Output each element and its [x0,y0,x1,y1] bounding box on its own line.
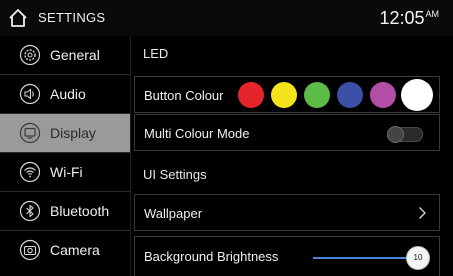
gear-icon [19,44,41,66]
colour-swatch-purple[interactable] [370,82,396,108]
bluetooth-icon [19,200,41,222]
multi-colour-row: Multi Colour Mode [134,114,440,151]
multi-colour-toggle[interactable] [387,126,423,143]
sidebar-item-label: General [50,47,100,63]
colour-swatch-white[interactable] [401,79,433,111]
multi-colour-label: Multi Colour Mode [144,126,250,141]
sidebar: General Audio Display Wi-Fi Bluetooth Ca… [0,36,130,276]
chevron-right-icon [419,207,426,219]
toggle-knob [387,126,404,143]
sidebar-item-bluetooth[interactable]: Bluetooth [0,192,130,231]
section-title-ui-settings: UI Settings [143,167,207,182]
camera-icon [19,239,41,261]
brightness-slider-knob[interactable]: 10 [406,246,430,270]
page-title: SETTINGS [38,10,106,25]
colour-swatch-green[interactable] [304,82,330,108]
home-icon[interactable] [8,8,28,28]
sidebar-item-label: Bluetooth [50,203,110,219]
clock-ampm: AM [425,9,440,19]
sidebar-item-wifi[interactable]: Wi-Fi [0,153,130,192]
button-colour-label: Button Colour [144,88,224,103]
sidebar-item-general[interactable]: General [0,36,130,75]
display-icon [19,122,41,144]
wallpaper-row[interactable]: Wallpaper [134,194,440,231]
colour-swatch-yellow[interactable] [271,82,297,108]
sidebar-item-audio[interactable]: Audio [0,75,130,114]
brightness-label: Background Brightness [144,249,279,264]
brightness-slider-track[interactable] [313,257,413,259]
colour-swatch-red[interactable] [238,82,264,108]
wifi-icon [19,161,41,183]
colour-swatch-blue[interactable] [337,82,363,108]
top-bar: SETTINGS 12:05AM [0,0,453,36]
settings-content: LED Button Colour Multi Colour Mode UI S… [131,36,453,276]
wallpaper-label: Wallpaper [144,206,203,221]
sidebar-item-label: Audio [50,86,86,102]
brightness-row: Background Brightness 10 [134,236,440,276]
button-colour-row: Button Colour [134,76,440,113]
clock: 12:05AM [379,8,439,29]
sidebar-item-label: Wi-Fi [50,164,83,180]
speaker-icon [19,83,41,105]
sidebar-item-label: Display [50,125,96,141]
section-title-led: LED [143,46,169,61]
sidebar-item-label: Camera [50,242,100,258]
clock-time: 12:05 [379,8,425,28]
sidebar-item-camera[interactable]: Camera [0,231,130,270]
sidebar-item-display[interactable]: Display [0,114,130,153]
